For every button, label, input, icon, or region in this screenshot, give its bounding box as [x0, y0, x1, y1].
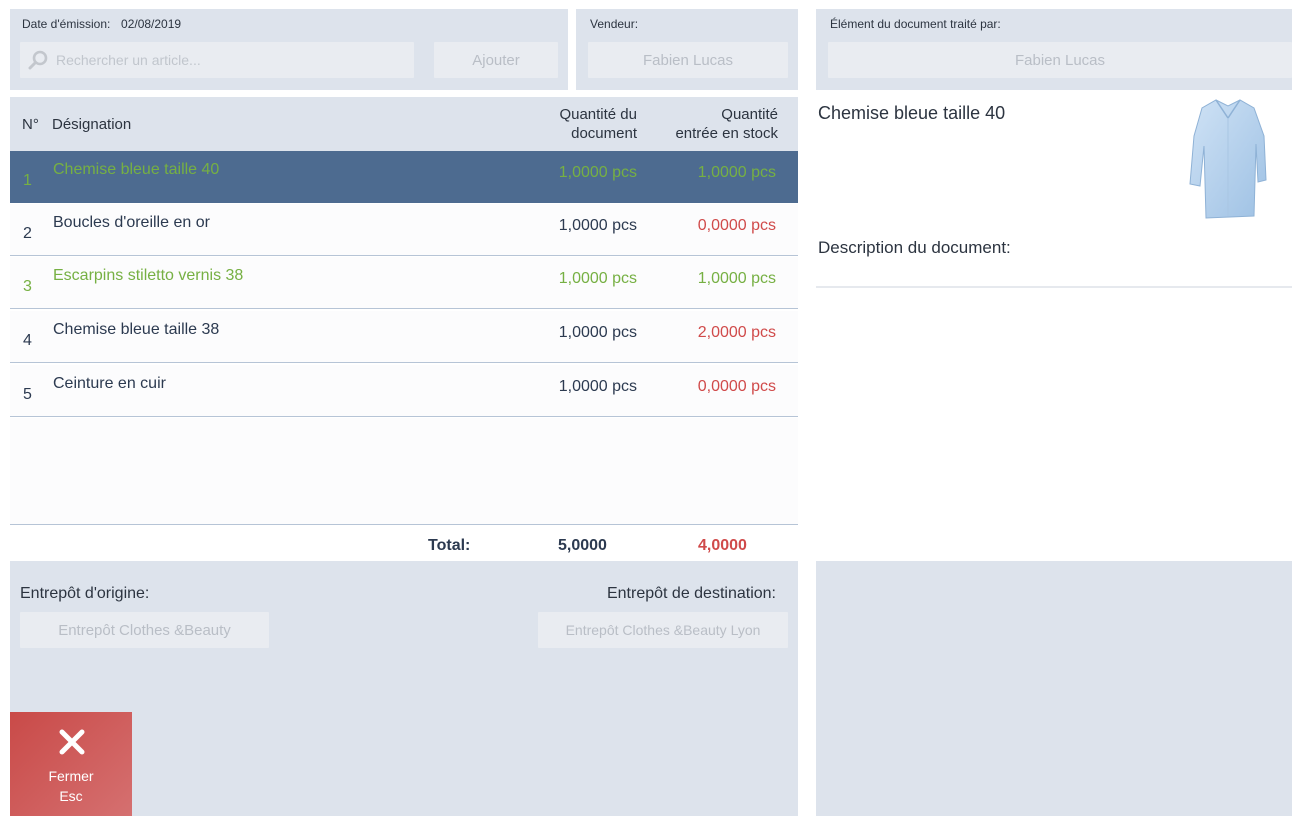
document-description-label: Description du document:	[818, 238, 1011, 257]
row-qty-doc: 1,0000 pcs	[558, 324, 637, 341]
search-icon	[28, 50, 48, 70]
row-qty-stock: 0,0000 pcs	[697, 217, 776, 234]
close-icon	[59, 729, 85, 755]
table-empty-area	[10, 418, 798, 525]
issue-date-label-text: Date d'émission:	[22, 17, 111, 31]
processed-by-button[interactable]: Fabien Lucas	[828, 42, 1292, 78]
col-qty-stock-line2: entrée en stock	[675, 125, 778, 142]
total-qty-stock: 4,0000	[698, 537, 747, 554]
close-button-shortcut: Esc	[59, 788, 83, 804]
row-qty-stock: 1,0000 pcs	[697, 270, 776, 287]
row-qty-doc: 1,0000 pcs	[558, 217, 637, 234]
col-num-header: N°	[22, 116, 39, 133]
bottom-right-panel	[816, 561, 1292, 816]
col-qty-doc-header: Quantité du document	[559, 105, 637, 143]
item-title: Chemise bleue taille 40	[818, 103, 1006, 123]
issue-date-label: Date d'émission: 02/08/2019	[22, 17, 181, 31]
total-qty-doc: 5,0000	[558, 537, 607, 554]
description-separator	[816, 286, 1292, 288]
col-qty-stock-header: Quantité entrée en stock	[675, 105, 778, 143]
col-qty-doc-line2: document	[571, 125, 637, 142]
row-qty-doc: 1,0000 pcs	[558, 164, 637, 181]
row-num: 2	[23, 225, 32, 242]
table-row[interactable]: 5 Ceinture en cuir 1,0000 pcs 0,0000 pcs	[10, 365, 798, 417]
issue-date-value: 02/08/2019	[121, 17, 182, 31]
row-name: Chemise bleue taille 38	[53, 321, 220, 338]
shirt-image	[1189, 99, 1267, 219]
seller-label: Vendeur:	[590, 17, 639, 31]
table-header: N° Désignation Quantité du document Quan…	[10, 97, 798, 151]
row-num: 5	[23, 386, 32, 403]
totals-row: Total: 5,0000 4,0000	[10, 526, 798, 561]
search-input[interactable]	[56, 52, 396, 68]
table-row[interactable]: 3 Escarpins stiletto vernis 38 1,0000 pc…	[10, 257, 798, 309]
row-num: 3	[23, 278, 32, 295]
origin-warehouse-button[interactable]: Entrepôt Clothes &Beauty	[20, 612, 269, 648]
row-num: 4	[23, 332, 32, 349]
close-button-label: Fermer	[48, 768, 94, 784]
search-box[interactable]	[20, 42, 414, 78]
origin-warehouse-label: Entrepôt d'origine:	[20, 585, 150, 602]
row-qty-stock: 0,0000 pcs	[697, 378, 776, 395]
row-name: Escarpins stiletto vernis 38	[53, 267, 244, 284]
row-name: Boucles d'oreille en or	[53, 214, 210, 231]
row-num: 1	[23, 172, 32, 189]
row-qty-stock: 1,0000 pcs	[697, 164, 776, 181]
table-row[interactable]: 2 Boucles d'oreille en or 1,0000 pcs 0,0…	[10, 204, 798, 256]
total-label: Total:	[428, 537, 471, 554]
table-row[interactable]: 1 Chemise bleue taille 40 1,0000 pcs 1,0…	[10, 151, 798, 203]
close-button[interactable]: Fermer Esc	[10, 712, 132, 816]
row-qty-stock: 2,0000 pcs	[697, 324, 776, 341]
row-name: Chemise bleue taille 40	[53, 161, 220, 178]
processed-by-label: Élément du document traité par:	[830, 17, 1001, 31]
seller-button[interactable]: Fabien Lucas	[588, 42, 788, 78]
col-qty-doc-line1: Quantité du	[559, 106, 637, 123]
row-name: Ceinture en cuir	[53, 375, 166, 392]
col-qty-stock-line1: Quantité	[721, 106, 778, 123]
destination-warehouse-label: Entrepôt de destination:	[606, 585, 776, 602]
add-button[interactable]: Ajouter	[434, 42, 558, 78]
destination-warehouse-button[interactable]: Entrepôt Clothes &Beauty Lyon	[538, 612, 788, 648]
row-qty-doc: 1,0000 pcs	[558, 270, 637, 287]
row-qty-doc: 1,0000 pcs	[558, 378, 637, 395]
table-row[interactable]: 4 Chemise bleue taille 38 1,0000 pcs 2,0…	[10, 311, 798, 363]
col-name-header: Désignation	[52, 116, 132, 133]
